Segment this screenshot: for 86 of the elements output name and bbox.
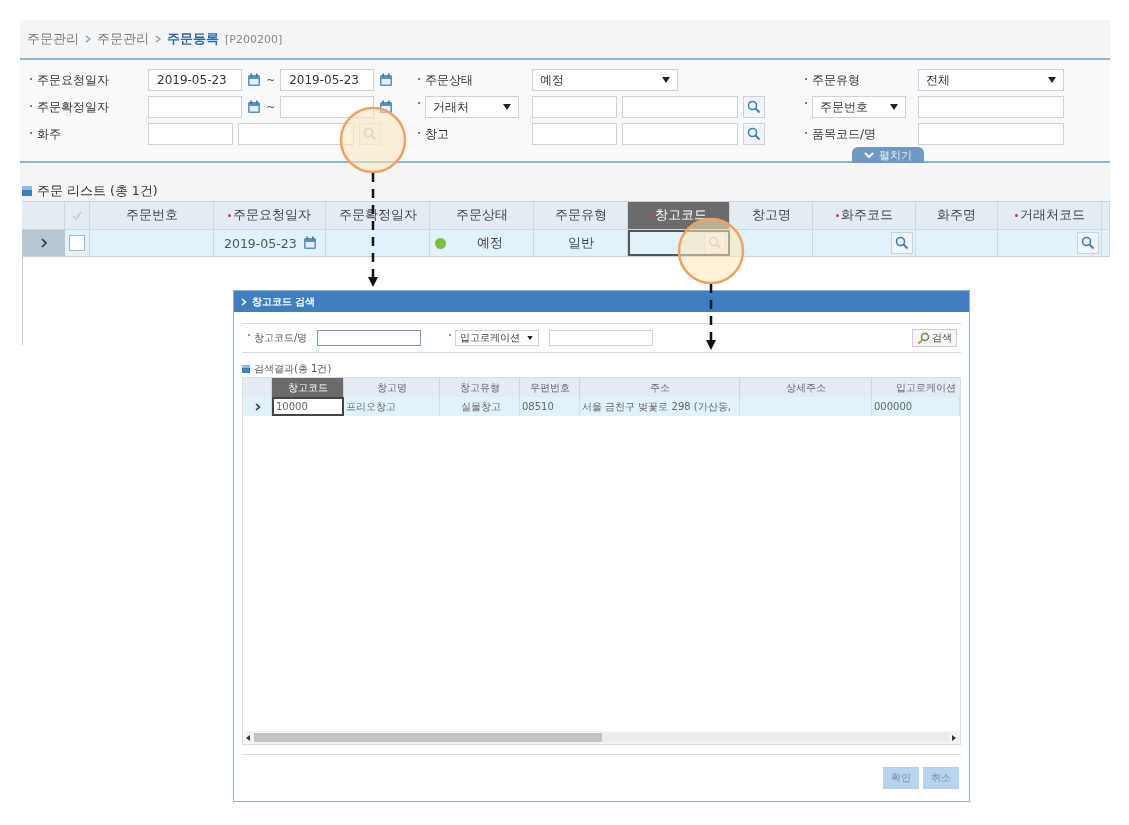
dropdown[interactable]: 예정 bbox=[532, 69, 678, 91]
calendar-icon[interactable] bbox=[303, 236, 317, 250]
search-icon bbox=[747, 127, 761, 141]
label-dropdown[interactable]: 거래처 bbox=[425, 96, 519, 118]
text-field[interactable] bbox=[317, 330, 422, 346]
breadcrumb-link[interactable]: 주문관리 bbox=[97, 30, 149, 48]
table-cell: 실물창고 bbox=[440, 397, 520, 416]
chevron-right-icon bbox=[155, 35, 161, 43]
table-cell: 000000 bbox=[872, 397, 960, 416]
search-icon bbox=[363, 127, 377, 141]
search-button[interactable] bbox=[743, 123, 765, 145]
table-cell: 2019-05-23 bbox=[214, 230, 326, 256]
chevron-right-icon bbox=[85, 35, 91, 43]
breadcrumb-link[interactable]: 주문관리 bbox=[27, 30, 79, 48]
text-field[interactable] bbox=[549, 330, 654, 346]
name-field[interactable] bbox=[238, 123, 354, 145]
column-header[interactable]: 창고코드 bbox=[272, 378, 344, 397]
search-button[interactable]: 검색 bbox=[912, 329, 957, 347]
name-field[interactable] bbox=[622, 96, 738, 118]
dashed-arrow bbox=[705, 284, 717, 350]
search-button[interactable] bbox=[1077, 232, 1099, 254]
scroll-left-icon[interactable] bbox=[246, 734, 251, 741]
field-label: 주문유형 bbox=[812, 71, 860, 89]
field-label: 창고코드/명 bbox=[254, 331, 308, 345]
chevron-right-icon bbox=[255, 402, 261, 411]
table-cell: 서울 금천구 벚꽃로 298 (가산동, bbox=[580, 397, 740, 416]
field-label: 주문상태 bbox=[425, 71, 473, 89]
date-field[interactable]: 2019-05-23 bbox=[148, 69, 242, 91]
square-icon bbox=[242, 364, 250, 373]
range-separator: ~ bbox=[266, 73, 276, 87]
text-field[interactable] bbox=[918, 123, 1064, 145]
calendar-icon[interactable] bbox=[379, 73, 394, 87]
field-label: 품목코드/명 bbox=[812, 125, 877, 143]
breadcrumb-link[interactable]: 주문등록 bbox=[167, 30, 219, 48]
column-header[interactable]: 입고로케이션 bbox=[872, 378, 960, 397]
caret-icon bbox=[503, 104, 511, 110]
chevron-right-icon bbox=[39, 238, 48, 248]
date-field[interactable]: 2019-05-23 bbox=[280, 69, 375, 91]
square-icon bbox=[22, 186, 32, 196]
calendar-icon[interactable] bbox=[247, 100, 261, 114]
calendar-icon[interactable] bbox=[247, 73, 261, 87]
search-icon bbox=[708, 236, 722, 250]
column-header[interactable]: 창고코드 bbox=[628, 202, 730, 229]
field-label: 화주 bbox=[37, 125, 61, 143]
search-icon bbox=[895, 236, 909, 250]
chevron-down-icon bbox=[864, 151, 874, 159]
caret-icon bbox=[1048, 77, 1056, 83]
range-separator: ~ bbox=[266, 100, 276, 114]
scroll-right-icon[interactable] bbox=[952, 734, 957, 741]
code-field[interactable] bbox=[532, 96, 617, 118]
table-cell: 08510 bbox=[520, 397, 580, 416]
date-field[interactable] bbox=[280, 96, 375, 118]
search-icon bbox=[917, 331, 930, 345]
text-field[interactable] bbox=[918, 96, 1064, 118]
chevron-right-icon bbox=[241, 297, 247, 306]
search-button[interactable] bbox=[891, 232, 913, 254]
dropdown[interactable]: 전체 bbox=[918, 69, 1064, 91]
date-field[interactable] bbox=[148, 96, 242, 118]
section-title: 검색결과(총 1건) bbox=[254, 361, 332, 376]
search-icon bbox=[747, 100, 761, 114]
code-field[interactable] bbox=[532, 123, 617, 145]
label-dropdown[interactable]: 주문번호 bbox=[812, 96, 906, 118]
horizontal-scrollbar[interactable] bbox=[243, 731, 960, 744]
name-field[interactable] bbox=[622, 123, 738, 145]
table-cell: 10000 bbox=[272, 397, 344, 416]
calendar-icon[interactable] bbox=[379, 100, 394, 114]
table-cell: 예정 bbox=[430, 230, 534, 256]
scrollbar-thumb[interactable] bbox=[254, 733, 602, 742]
search-icon bbox=[1081, 236, 1095, 250]
caret-icon bbox=[662, 77, 670, 83]
field-label: 창고 bbox=[425, 125, 449, 143]
field-label: 주문요청일자 bbox=[37, 71, 109, 89]
check-icon[interactable] bbox=[71, 209, 83, 222]
search-button[interactable] bbox=[743, 96, 765, 118]
screen-id: [P200200] bbox=[225, 32, 283, 46]
code-field[interactable] bbox=[148, 123, 233, 145]
table-cell: 일반 bbox=[534, 230, 628, 256]
checkbox[interactable] bbox=[69, 235, 85, 251]
caret-icon bbox=[527, 335, 534, 341]
highlight-circle bbox=[339, 106, 407, 174]
dialog-title: 창고코드 검색 bbox=[252, 294, 316, 309]
table-cell: 프리오창고 bbox=[344, 397, 440, 416]
caret-icon bbox=[890, 104, 898, 110]
field-label: 주문확정일자 bbox=[37, 98, 109, 116]
section-title: 주문 리스트 (총 1건) bbox=[37, 182, 158, 200]
label-dropdown[interactable]: 입고로케이션 bbox=[455, 330, 540, 346]
